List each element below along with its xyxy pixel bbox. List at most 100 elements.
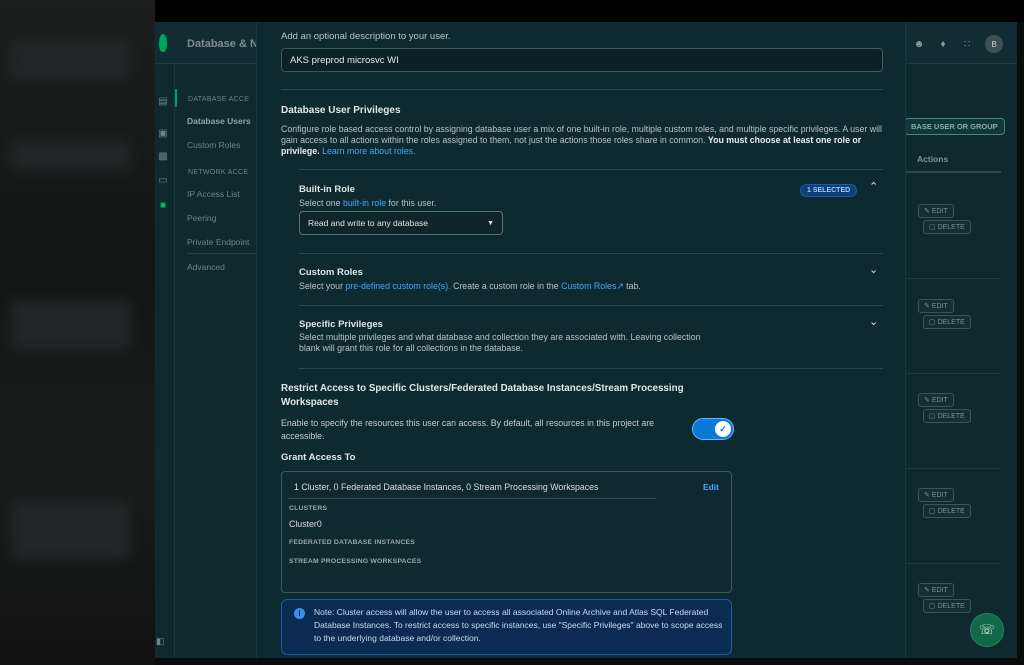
bell-icon[interactable]: ♦ — [937, 39, 949, 50]
chevron-down-icon[interactable]: ⌄ — [869, 315, 878, 328]
builtin-sub-prefix: Select one — [299, 198, 344, 208]
apps-grid-icon[interactable]: ∷ — [961, 39, 973, 50]
edit-button[interactable]: ✎ EDIT — [918, 488, 954, 502]
header-underline — [905, 171, 1001, 173]
delete-label: DELETE — [937, 224, 965, 231]
edit-button[interactable]: ✎ EDIT — [918, 583, 954, 597]
edit-label: EDIT — [931, 587, 948, 594]
builtin-role-select[interactable]: Read and write to any database ▼ — [299, 211, 503, 235]
delete-label: DELETE — [937, 603, 965, 610]
custom-sub-suffix: tab. — [623, 281, 641, 291]
edit-user-modal: Add an optional description to your user… — [256, 22, 906, 658]
specific-privileges-subtitle: Select multiple privileges and what data… — [299, 332, 701, 353]
description-input[interactable] — [281, 48, 883, 72]
sidebar-item-custom-roles[interactable]: Custom Roles — [187, 140, 240, 150]
monitor-icon[interactable]: ▭ — [157, 176, 169, 186]
predefined-custom-roles-link[interactable]: pre-defined custom role(s). — [345, 281, 450, 291]
sidebar-item-ip-access-list[interactable]: IP Access List — [187, 189, 240, 199]
grant-edit-link[interactable]: Edit — [703, 482, 719, 492]
top-band — [155, 0, 1024, 22]
add-user-button[interactable]: BASE USER OR GROUP — [904, 118, 1005, 135]
row-divider — [905, 373, 1001, 374]
delete-button[interactable]: ▢ DELETE — [923, 220, 971, 234]
check-icon: ✓ — [715, 421, 731, 437]
avatar[interactable]: B — [985, 35, 1003, 53]
edit-label: EDIT — [931, 397, 948, 404]
grant-divider — [288, 498, 656, 499]
cluster-access-note: i Note: Cluster access will allow the us… — [281, 599, 732, 655]
section-divider — [299, 305, 883, 306]
builtin-role-heading[interactable]: Built-in Role — [299, 184, 355, 195]
sidebar-item-peering[interactable]: Peering — [187, 213, 216, 223]
note-text: Note: Cluster access will allow the user… — [314, 607, 723, 643]
row-divider — [905, 468, 1001, 469]
description-label: Add an optional description to your user… — [281, 31, 451, 42]
edit-label: EDIT — [931, 492, 948, 499]
blurred-backdrop — [0, 0, 155, 665]
custom-roles-subtitle: Select your pre-defined custom role(s). … — [299, 281, 641, 292]
section-divider — [299, 169, 883, 170]
section-divider — [299, 253, 883, 254]
sidebar-item-database-users[interactable]: Database Users — [187, 116, 251, 126]
stream-label: STREAM PROCESSING WORKSPACES — [289, 558, 422, 565]
cluster-name: Cluster0 — [289, 519, 322, 529]
privileges-heading: Database User Privileges — [281, 105, 401, 116]
builtin-role-link[interactable]: built-in role — [343, 198, 386, 208]
chevron-down-icon[interactable]: ⌄ — [869, 263, 878, 276]
clusters-label: CLUSTERS — [289, 505, 328, 512]
mongodb-leaf-icon[interactable] — [159, 34, 167, 52]
sidebar: DATABASE ACCE Database Users Custom Role… — [175, 64, 267, 658]
delete-label: DELETE — [937, 319, 965, 326]
actions-column-header: Actions — [917, 154, 949, 164]
selected-count-badge: 1 SELECTED — [800, 184, 858, 197]
builtin-sub-suffix: for this user. — [386, 198, 437, 208]
caret-down-icon: ▼ — [487, 219, 494, 227]
custom-sub-prefix: Select your — [299, 281, 346, 291]
user-icon[interactable]: ☻ — [913, 39, 925, 50]
edit-button[interactable]: ✎ EDIT — [918, 393, 954, 407]
icon-rail: ▤ ▣ ▩ ▭ ■ — [155, 64, 175, 658]
edit-button[interactable]: ✎ EDIT — [918, 204, 954, 218]
sidebar-group-network-access: NETWORK ACCE — [188, 169, 249, 176]
section-divider — [281, 89, 883, 90]
section-divider — [299, 368, 883, 369]
builtin-role-value: Read and write to any database — [308, 218, 429, 228]
collapse-sidebar-icon[interactable]: ◧ — [156, 636, 165, 647]
overview-icon[interactable]: ▤ — [157, 97, 169, 107]
lock-icon[interactable]: ■ — [157, 201, 169, 211]
sidebar-item-advanced[interactable]: Advanced — [187, 262, 225, 272]
delete-button[interactable]: ▢ DELETE — [923, 599, 971, 613]
edit-label: EDIT — [931, 208, 948, 215]
edit-label: EDIT — [931, 303, 948, 310]
header-icons: ☻ ♦ ∷ B — [913, 35, 1003, 53]
delete-label: DELETE — [937, 508, 965, 515]
grant-access-box: 1 Cluster, 0 Federated Database Instance… — [281, 471, 732, 593]
support-headset-icon[interactable]: ☏ — [970, 613, 1004, 647]
sidebar-divider — [187, 253, 267, 254]
database-icon[interactable]: ▣ — [157, 129, 169, 139]
chevron-up-icon[interactable]: ⌃ — [869, 180, 878, 193]
delete-button[interactable]: ▢ DELETE — [923, 409, 971, 423]
learn-more-roles-link[interactable]: Learn more about roles. — [322, 146, 415, 156]
delete-button[interactable]: ▢ DELETE — [923, 504, 971, 518]
restrict-access-heading: Restrict Access to Specific Clusters/Fed… — [281, 383, 684, 408]
sidebar-group-database-access: DATABASE ACCE — [188, 96, 250, 103]
delete-label: DELETE — [937, 413, 965, 420]
delete-button[interactable]: ▢ DELETE — [923, 315, 971, 329]
info-icon: i — [294, 608, 305, 619]
privileges-description: Configure role based access control by a… — [281, 124, 886, 157]
custom-roles-heading[interactable]: Custom Roles — [299, 267, 363, 278]
sidebar-item-private-endpoint[interactable]: Private Endpoint — [187, 237, 249, 247]
data-api-icon[interactable]: ▩ — [157, 152, 169, 162]
edit-button[interactable]: ✎ EDIT — [918, 299, 954, 313]
grant-access-heading: Grant Access To — [281, 452, 356, 463]
row-divider — [905, 563, 1001, 564]
external-link-icon: ↗ — [616, 281, 624, 291]
builtin-role-subtitle: Select one built-in role for this user. — [299, 198, 436, 209]
page-title: Database & N — [187, 38, 258, 50]
active-indicator — [175, 89, 177, 107]
specific-privileges-heading[interactable]: Specific Privileges — [299, 319, 383, 330]
custom-sub-mid: Create a custom role in the — [450, 281, 562, 291]
custom-roles-tab-link[interactable]: Custom Roles — [561, 281, 616, 291]
restrict-access-toggle[interactable]: ✓ — [692, 418, 734, 440]
